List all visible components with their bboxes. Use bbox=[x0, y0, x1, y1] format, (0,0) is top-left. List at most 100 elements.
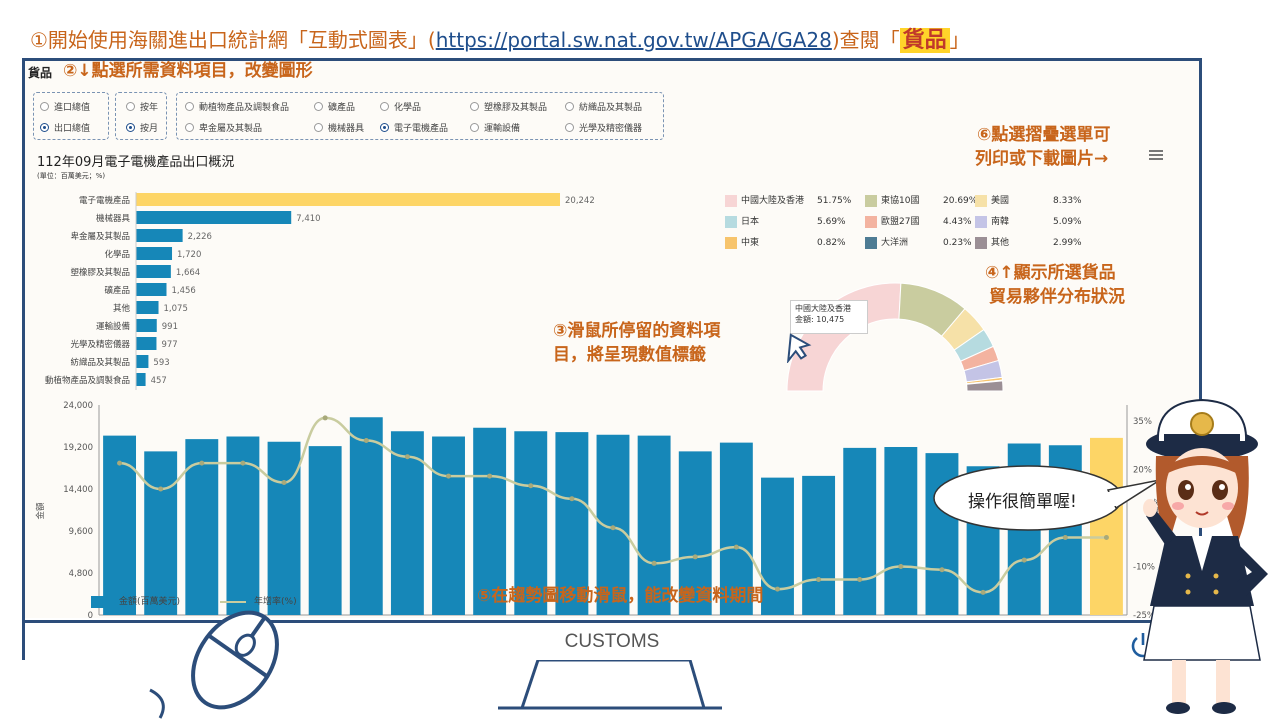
radio-icon[interactable] bbox=[40, 102, 49, 111]
hbar-value-label: 593 bbox=[153, 358, 169, 368]
goods-option-2[interactable]: 化學品 bbox=[380, 100, 421, 113]
growth-point[interactable] bbox=[199, 460, 205, 466]
growth-point[interactable] bbox=[404, 454, 410, 460]
goods-option-4[interactable]: 紡織品及其製品 bbox=[565, 100, 642, 113]
radio-icon[interactable] bbox=[470, 102, 479, 111]
growth-point[interactable] bbox=[528, 483, 534, 489]
growth-point[interactable] bbox=[446, 473, 452, 479]
trend-bar[interactable] bbox=[843, 447, 877, 615]
growth-point[interactable] bbox=[692, 554, 698, 560]
trend-bar[interactable] bbox=[432, 436, 465, 616]
goods-option-9[interactable]: 光學及精密儀器 bbox=[565, 121, 642, 134]
hbar-bar[interactable] bbox=[136, 319, 157, 332]
period-option-1[interactable]: 按月 bbox=[126, 121, 158, 134]
growth-point[interactable] bbox=[857, 576, 863, 582]
radio-icon[interactable] bbox=[185, 102, 194, 111]
goods-option-0[interactable]: 動植物產品及調製食品 bbox=[185, 100, 289, 113]
goods-option-7[interactable]: 電子電機產品 bbox=[380, 121, 448, 134]
option-label: 出口總值 bbox=[54, 124, 91, 134]
radio-icon[interactable] bbox=[40, 123, 49, 132]
legend-name: 南韓 bbox=[991, 217, 1010, 227]
trend-bar[interactable] bbox=[144, 451, 178, 615]
growth-point[interactable] bbox=[651, 560, 657, 566]
legend-item[interactable]: 東協10國 20.69% bbox=[865, 193, 977, 207]
radio-icon[interactable] bbox=[565, 123, 574, 132]
goods-option-1[interactable]: 礦產品 bbox=[314, 100, 355, 113]
radio-icon[interactable] bbox=[565, 102, 574, 111]
hbar-bar[interactable] bbox=[136, 265, 171, 278]
trend-bar[interactable] bbox=[761, 477, 794, 615]
goods-option-8[interactable]: 運輸設備 bbox=[470, 121, 520, 134]
trade-option-0[interactable]: 進口總值 bbox=[40, 100, 90, 113]
growth-point[interactable] bbox=[281, 480, 287, 486]
radio-icon[interactable] bbox=[126, 123, 135, 132]
radio-icon[interactable] bbox=[185, 123, 194, 132]
legend-swatch bbox=[865, 236, 877, 249]
legend-item[interactable]: 大洋洲 0.23% bbox=[865, 235, 972, 249]
growth-point[interactable] bbox=[774, 586, 780, 592]
legend-item[interactable]: 美國 8.33% bbox=[975, 193, 1082, 207]
growth-point[interactable] bbox=[569, 496, 575, 502]
radio-icon[interactable] bbox=[314, 123, 323, 132]
legend-name: 日本 bbox=[741, 217, 760, 227]
hbar-bar[interactable] bbox=[136, 301, 159, 314]
legend-item[interactable]: 中國大陸及香港 51.75% bbox=[725, 193, 851, 207]
trade-option-1[interactable]: 出口總值 bbox=[40, 121, 90, 134]
period-option-0[interactable]: 按年 bbox=[126, 100, 158, 113]
hbar-bar[interactable] bbox=[136, 211, 292, 224]
trend-bar[interactable] bbox=[802, 475, 836, 615]
radio-icon[interactable] bbox=[380, 102, 389, 111]
hbar-bar[interactable] bbox=[136, 247, 173, 260]
hbar-bar[interactable] bbox=[136, 373, 146, 386]
growth-point[interactable] bbox=[117, 460, 123, 466]
radio-icon[interactable] bbox=[470, 123, 479, 132]
option-label: 按月 bbox=[140, 124, 159, 134]
goods-option-3[interactable]: 塑橡膠及其製品 bbox=[470, 100, 547, 113]
growth-point[interactable] bbox=[363, 438, 369, 444]
growth-point[interactable] bbox=[158, 486, 164, 492]
radio-icon[interactable] bbox=[126, 102, 135, 111]
portal-link[interactable]: https://portal.sw.nat.gov.tw/APGA/GA28 bbox=[436, 28, 832, 52]
hbar-bar[interactable] bbox=[136, 283, 167, 296]
hbar-value-label: 20,242 bbox=[565, 196, 595, 206]
legend-swatch bbox=[865, 215, 877, 228]
legend-name: 大洋洲 bbox=[881, 238, 909, 248]
growth-point[interactable] bbox=[240, 460, 246, 466]
hbar-category-label: 卑金屬及其製品 bbox=[70, 231, 130, 242]
growth-point[interactable] bbox=[980, 589, 986, 595]
legend-item[interactable]: 歐盟27國 4.43% bbox=[865, 214, 972, 228]
hbar-bar[interactable] bbox=[136, 355, 149, 368]
growth-point[interactable] bbox=[898, 564, 904, 570]
trend-bar[interactable] bbox=[884, 447, 918, 615]
legend-item[interactable]: 日本 5.69% bbox=[725, 214, 846, 228]
legend-name: 歐盟27國 bbox=[881, 217, 920, 227]
growth-point[interactable] bbox=[487, 473, 493, 479]
trend-bar[interactable] bbox=[349, 417, 383, 615]
trend-bar[interactable] bbox=[308, 446, 342, 615]
option-label: 紡織品及其製品 bbox=[579, 103, 643, 113]
radio-icon[interactable] bbox=[314, 102, 323, 111]
radio-icon[interactable] bbox=[380, 123, 389, 132]
trend-bar[interactable] bbox=[267, 441, 301, 615]
growth-point[interactable] bbox=[1021, 557, 1027, 563]
goods-option-5[interactable]: 卑金屬及其製品 bbox=[185, 121, 262, 134]
growth-point[interactable] bbox=[939, 567, 945, 573]
growth-point[interactable] bbox=[733, 544, 739, 550]
legend-swatch bbox=[725, 194, 737, 207]
hbar-category-label: 機械器具 bbox=[96, 213, 131, 224]
legend-item[interactable]: 其他 2.99% bbox=[975, 235, 1082, 249]
growth-point[interactable] bbox=[610, 525, 616, 531]
hamburger-menu-icon[interactable] bbox=[1149, 148, 1163, 162]
hbar-bar[interactable] bbox=[136, 193, 560, 206]
goods-tab[interactable]: 貨品 bbox=[28, 64, 52, 81]
legend-item[interactable]: 南韓 5.09% bbox=[975, 214, 1082, 228]
growth-point[interactable] bbox=[322, 415, 328, 421]
legend-item[interactable]: 中東 0.82% bbox=[725, 235, 846, 249]
goods-option-6[interactable]: 機械器具 bbox=[314, 121, 364, 134]
hbar-value-label: 1,664 bbox=[176, 268, 200, 278]
hbar-bar[interactable] bbox=[136, 337, 157, 350]
option-label: 運輸設備 bbox=[484, 124, 521, 134]
hbar-bar[interactable] bbox=[136, 229, 183, 242]
growth-point[interactable] bbox=[816, 576, 822, 582]
y-left-tick: 0 bbox=[88, 611, 93, 618]
